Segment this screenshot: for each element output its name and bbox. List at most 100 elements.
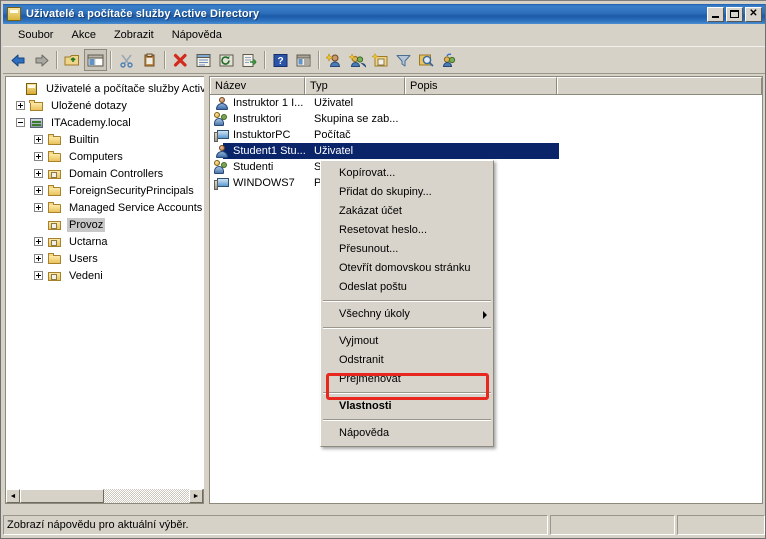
cell-name: Studenti bbox=[233, 161, 274, 173]
menu-napoveda[interactable]: Nápověda bbox=[163, 27, 231, 43]
tree-item-foreignsecurityprincipals[interactable]: ForeignSecurityPrincipals bbox=[6, 182, 204, 199]
tree-expander-plus-icon[interactable] bbox=[16, 101, 25, 110]
column-header-nazev[interactable]: Název bbox=[210, 77, 305, 94]
export-list-icon bbox=[242, 53, 257, 67]
tree-item-ulozene-dotazy[interactable]: Uložené dotazy bbox=[6, 97, 204, 114]
context-menu-item-kopirovat[interactable]: Kopírovat... bbox=[321, 164, 493, 183]
minimize-button[interactable] bbox=[707, 6, 724, 22]
scrollbar-track[interactable] bbox=[20, 489, 189, 503]
column-header-filler[interactable] bbox=[557, 77, 762, 94]
cell-type: Počítač bbox=[314, 129, 351, 141]
tree-item-domain-controllers[interactable]: Domain Controllers bbox=[6, 165, 204, 182]
export-list-button[interactable] bbox=[238, 49, 261, 71]
context-menu-item-resetovat-heslo[interactable]: Resetovat heslo... bbox=[321, 221, 493, 240]
tree-expander-plus-icon[interactable] bbox=[34, 203, 43, 212]
tree-expander-plus-icon[interactable] bbox=[34, 254, 43, 263]
show-hide-console-tree-button[interactable] bbox=[84, 49, 107, 71]
paste-button[interactable] bbox=[138, 49, 161, 71]
tree-item-vedeni[interactable]: Vedeni bbox=[6, 267, 204, 284]
new-group-icon bbox=[349, 52, 366, 68]
scroll-right-arrow-icon[interactable]: ► bbox=[189, 489, 203, 503]
context-menu-item-prejmenovat[interactable]: Přejmenovat bbox=[321, 370, 493, 389]
tree-expander-plus-icon[interactable] bbox=[34, 152, 43, 161]
delete-button[interactable] bbox=[169, 49, 192, 71]
tree-item-root[interactable]: Uživatelé a počítače služby Active D bbox=[6, 80, 204, 97]
context-menu-item-pridat-do-skupiny[interactable]: Přidat do skupiny... bbox=[321, 183, 493, 202]
column-header-popis[interactable]: Popis bbox=[405, 77, 557, 94]
tree-expander-plus-icon[interactable] bbox=[34, 237, 43, 246]
toolbar-separator bbox=[56, 51, 58, 69]
context-menu-item-vyjmout[interactable]: Vyjmout bbox=[321, 332, 493, 351]
back-button[interactable] bbox=[7, 49, 30, 71]
folder-icon bbox=[47, 150, 63, 164]
close-icon: ✕ bbox=[749, 8, 758, 19]
scroll-left-arrow-icon[interactable]: ◄ bbox=[6, 489, 20, 503]
tree-expander-plus-icon[interactable] bbox=[34, 169, 43, 178]
find-button[interactable] bbox=[415, 49, 438, 71]
context-menu-item-vlastnosti[interactable]: Vlastnosti bbox=[321, 397, 493, 416]
group-icon bbox=[214, 111, 230, 127]
menu-zobrazit[interactable]: Zobrazit bbox=[105, 27, 163, 43]
tree-item-provoz[interactable]: Provoz bbox=[6, 216, 204, 233]
menu-bar: Soubor Akce Zobrazit Nápověda bbox=[3, 25, 765, 45]
cell-name: InstuktorPC bbox=[233, 129, 291, 141]
properties-button[interactable] bbox=[192, 49, 215, 71]
tree-item-computers[interactable]: Computers bbox=[6, 148, 204, 165]
context-menu-separator bbox=[323, 392, 491, 394]
tree-expander bbox=[11, 84, 20, 93]
console-tree-pane[interactable]: Uživatelé a počítače služby Active D Ulo… bbox=[5, 76, 204, 504]
set-action-button[interactable] bbox=[438, 49, 461, 71]
tree-item-users[interactable]: Users bbox=[6, 250, 204, 267]
context-menu-item-odstranit[interactable]: Odstranit bbox=[321, 351, 493, 370]
up-one-level-button[interactable] bbox=[61, 49, 84, 71]
tree-expander-plus-icon[interactable] bbox=[34, 186, 43, 195]
tree-horizontal-scrollbar[interactable]: ◄ ► bbox=[5, 489, 204, 504]
maximize-button[interactable] bbox=[726, 6, 743, 22]
context-menu-item-zakazat-ucet[interactable]: Zakázat účet bbox=[321, 202, 493, 221]
context-menu-separator bbox=[323, 327, 491, 329]
folder-icon bbox=[47, 133, 63, 147]
table-row-selected[interactable]: Student1 Stu... Uživatel bbox=[210, 143, 762, 159]
refresh-button[interactable] bbox=[215, 49, 238, 71]
table-row[interactable]: InstuktorPC Počítač bbox=[210, 127, 762, 143]
menu-akce[interactable]: Akce bbox=[62, 27, 104, 43]
context-menu-item-vsechny-ukoly[interactable]: Všechny úkoly bbox=[321, 305, 493, 324]
title-bar: Uživatelé a počítače služby Active Direc… bbox=[3, 4, 765, 24]
help-button[interactable]: ? bbox=[269, 49, 292, 71]
table-row[interactable]: Instruktori Skupina se zab... bbox=[210, 111, 762, 127]
table-row[interactable]: Instruktor 1 I... Uživatel bbox=[210, 95, 762, 111]
show-filter-options-button[interactable] bbox=[292, 49, 315, 71]
tree-item-itacademy-local[interactable]: ITAcademy.local bbox=[6, 114, 204, 131]
cut-button[interactable] bbox=[115, 49, 138, 71]
folder-icon bbox=[47, 201, 63, 215]
tree-item-label: Domain Controllers bbox=[69, 167, 164, 180]
tree-item-managed-service-accounts[interactable]: Managed Service Accounts bbox=[6, 199, 204, 216]
tree-expander-plus-icon[interactable] bbox=[34, 271, 43, 280]
tree-item-uctarna[interactable]: Uctarna bbox=[6, 233, 204, 250]
context-menu-item-presunout[interactable]: Přesunout... bbox=[321, 240, 493, 259]
submenu-arrow-icon bbox=[483, 311, 487, 319]
new-user-button[interactable] bbox=[323, 49, 346, 71]
pane-bottom-gap bbox=[209, 505, 765, 514]
new-organizational-unit-button[interactable] bbox=[369, 49, 392, 71]
new-group-button[interactable] bbox=[346, 49, 369, 71]
scrollbar-thumb[interactable] bbox=[20, 489, 104, 503]
tree-item-builtin[interactable]: Builtin bbox=[6, 131, 204, 148]
column-header-typ[interactable]: Typ bbox=[305, 77, 405, 94]
context-menu-item-otevrit-domovskou-stranku[interactable]: Otevřít domovskou stránku bbox=[321, 259, 493, 278]
cell-type: Uživatel bbox=[314, 97, 354, 109]
close-button[interactable]: ✕ bbox=[745, 6, 762, 22]
window-controls: ✕ bbox=[707, 6, 762, 22]
help-icon: ? bbox=[273, 53, 288, 67]
context-menu[interactable]: Kopírovat... Přidat do skupiny... Zakáza… bbox=[320, 160, 494, 447]
set-action-icon bbox=[442, 53, 456, 67]
tree-expander-plus-icon[interactable] bbox=[34, 135, 43, 144]
forward-button[interactable] bbox=[30, 49, 53, 71]
filter-icon bbox=[396, 54, 411, 66]
tree-expander-minus-icon[interactable] bbox=[16, 118, 25, 127]
cell-name: Student1 Stu... bbox=[233, 145, 306, 157]
menu-soubor[interactable]: Soubor bbox=[9, 27, 62, 43]
context-menu-item-napoveda[interactable]: Nápověda bbox=[321, 424, 493, 443]
filter-button[interactable] bbox=[392, 49, 415, 71]
context-menu-item-odeslat-postu[interactable]: Odeslat poštu bbox=[321, 278, 493, 297]
